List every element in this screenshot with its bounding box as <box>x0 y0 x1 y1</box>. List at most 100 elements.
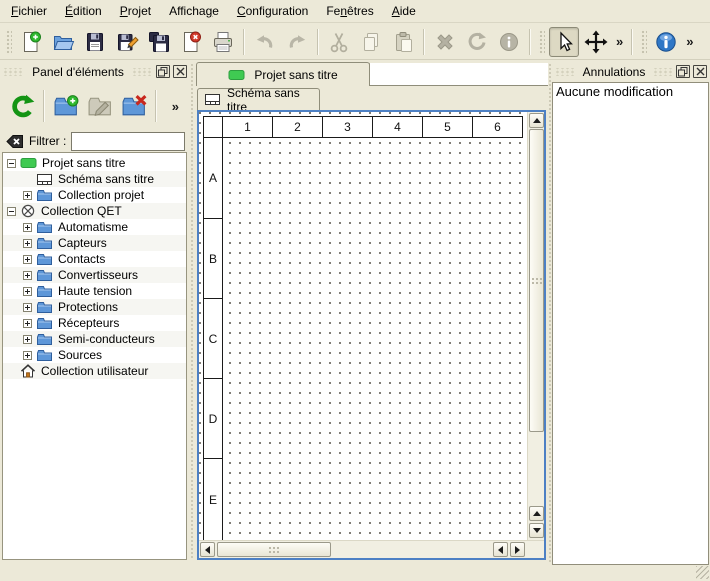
toolbar-drag-handle[interactable] <box>640 29 647 55</box>
menu-aide[interactable]: Aide <box>383 1 425 21</box>
frame-corner-cell <box>203 116 223 138</box>
close-panel-button[interactable] <box>693 65 707 78</box>
tree-item-recepteurs[interactable]: Récepteurs <box>3 315 186 331</box>
toolbar-overflow-button[interactable]: » <box>612 34 627 49</box>
dock-drag-texture[interactable] <box>3 68 24 76</box>
dock-drag-texture[interactable] <box>555 68 575 76</box>
menu-configuration[interactable]: Configuration <box>228 1 317 21</box>
menu-edition[interactable]: Édition <box>56 1 111 21</box>
scroll-left-button[interactable] <box>493 542 508 557</box>
vertical-scrollbar[interactable] <box>527 112 544 540</box>
tree-item-label: Schéma sans titre <box>57 172 154 186</box>
expander-plus-icon[interactable] <box>23 335 32 344</box>
tree-item-capteurs[interactable]: Capteurs <box>3 235 186 251</box>
dock-drag-texture[interactable] <box>132 68 153 76</box>
menu-projet[interactable]: Projet <box>111 1 160 21</box>
new-category-button[interactable] <box>49 88 83 124</box>
undo-list-item[interactable]: Aucune modification <box>553 83 708 100</box>
schema-tab-icon-slot <box>204 93 221 106</box>
menu-affichage[interactable]: Affichage <box>160 1 228 21</box>
expander-plus-icon[interactable] <box>23 255 32 264</box>
toolbar-overflow-button[interactable]: » <box>168 99 183 114</box>
tree-item-collection-qet[interactable]: Collection QET <box>3 203 186 219</box>
new-document-button[interactable] <box>16 27 46 57</box>
toolbar-drag-handle[interactable] <box>5 29 12 55</box>
tab-project[interactable]: Projet sans titre <box>196 62 370 86</box>
expander-plus-icon[interactable] <box>23 271 32 280</box>
redo-button[interactable] <box>282 27 312 57</box>
diagram-canvas[interactable]: 123456 ABCDE <box>199 112 527 540</box>
toolbar-separator <box>529 29 531 55</box>
save-as-button[interactable] <box>112 27 142 57</box>
horizontal-scrollbar-thumb[interactable] <box>217 542 331 557</box>
edit-category-icon <box>87 94 114 118</box>
menu-fichier[interactable]: Fichier <box>2 1 56 21</box>
tree-item-sources[interactable]: Sources <box>3 347 186 363</box>
clear-filter-button[interactable] <box>5 134 24 149</box>
expander-minus-icon[interactable] <box>7 207 16 216</box>
select-arrow-button[interactable] <box>549 27 579 57</box>
float-panel-button[interactable] <box>676 65 690 78</box>
tree-item-protections[interactable]: Protections <box>3 299 186 315</box>
save-all-button[interactable] <box>144 27 174 57</box>
menu-fenetres[interactable]: Fenêtres <box>317 1 382 21</box>
row-header: E <box>203 458 223 542</box>
tree-item-collection-utilisateur[interactable]: Collection utilisateur <box>3 363 186 379</box>
expander-plus-icon[interactable] <box>23 223 32 232</box>
expander-plus-icon[interactable] <box>23 351 32 360</box>
scroll-left-button[interactable] <box>200 542 215 557</box>
close-panel-button[interactable] <box>173 65 187 78</box>
folder-icon <box>36 301 53 314</box>
scroll-right-button[interactable] <box>510 542 525 557</box>
filter-input[interactable] <box>71 132 185 151</box>
tree-item-semi-conducteurs[interactable]: Semi-conducteurs <box>3 331 186 347</box>
horizontal-scrollbar[interactable] <box>199 540 544 558</box>
move-mode-button[interactable] <box>581 27 611 57</box>
save-button[interactable] <box>80 27 110 57</box>
undo-button[interactable] <box>250 27 280 57</box>
print-button[interactable] <box>208 27 238 57</box>
home-icon <box>20 364 36 378</box>
dock-drag-texture[interactable] <box>653 68 673 76</box>
delete-button[interactable] <box>430 27 460 57</box>
toolbar-separator <box>243 29 245 55</box>
float-panel-button[interactable] <box>156 65 170 78</box>
scroll-up-button[interactable] <box>529 506 544 521</box>
expander-plus-icon[interactable] <box>23 191 32 200</box>
close-document-button[interactable] <box>176 27 206 57</box>
edit-category-button[interactable] <box>83 88 117 124</box>
tree-item-projet-sans-titre[interactable]: Projet sans titre <box>3 155 186 171</box>
tree-item-contacts[interactable]: Contacts <box>3 251 186 267</box>
tree-item-automatisme[interactable]: Automatisme <box>3 219 186 235</box>
expander-plus-icon[interactable] <box>23 319 32 328</box>
copy-button[interactable] <box>356 27 386 57</box>
rotate-button[interactable] <box>462 27 492 57</box>
scroll-up-button[interactable] <box>529 113 544 128</box>
scroll-down-button[interactable] <box>529 523 544 538</box>
tab-schema[interactable]: Schéma sans titre <box>197 88 320 110</box>
tree-item-collection-projet[interactable]: Collection projet <box>3 187 186 203</box>
tree-item-schema-sans-titre[interactable]: Schéma sans titre <box>3 171 186 187</box>
delete-category-button[interactable] <box>117 88 151 124</box>
element-info-button[interactable] <box>494 27 524 57</box>
expander-plus-icon[interactable] <box>23 239 32 248</box>
tree-item-label: Semi-conducteurs <box>57 332 155 346</box>
cut-button[interactable] <box>324 27 354 57</box>
about-qet-button[interactable] <box>651 27 681 57</box>
expander-minus-icon[interactable] <box>7 159 16 168</box>
toolbar-drag-handle[interactable] <box>538 29 545 55</box>
toolbar-overflow-button[interactable]: » <box>682 34 697 49</box>
vertical-scrollbar-thumb[interactable] <box>529 129 544 432</box>
expander-plus-icon[interactable] <box>23 303 32 312</box>
tree-item-label: Sources <box>57 348 102 362</box>
arrow-down-icon <box>533 528 541 533</box>
column-header: 6 <box>472 116 523 138</box>
tree-item-convertisseurs[interactable]: Convertisseurs <box>3 267 186 283</box>
size-grip[interactable] <box>696 566 709 579</box>
reload-collections-button[interactable] <box>5 88 39 124</box>
open-file-button[interactable] <box>48 27 78 57</box>
tree-item-haute-tension[interactable]: Haute tension <box>3 283 186 299</box>
left-splitter-handle[interactable] <box>190 63 195 560</box>
expander-plus-icon[interactable] <box>23 287 32 296</box>
paste-button[interactable] <box>388 27 418 57</box>
